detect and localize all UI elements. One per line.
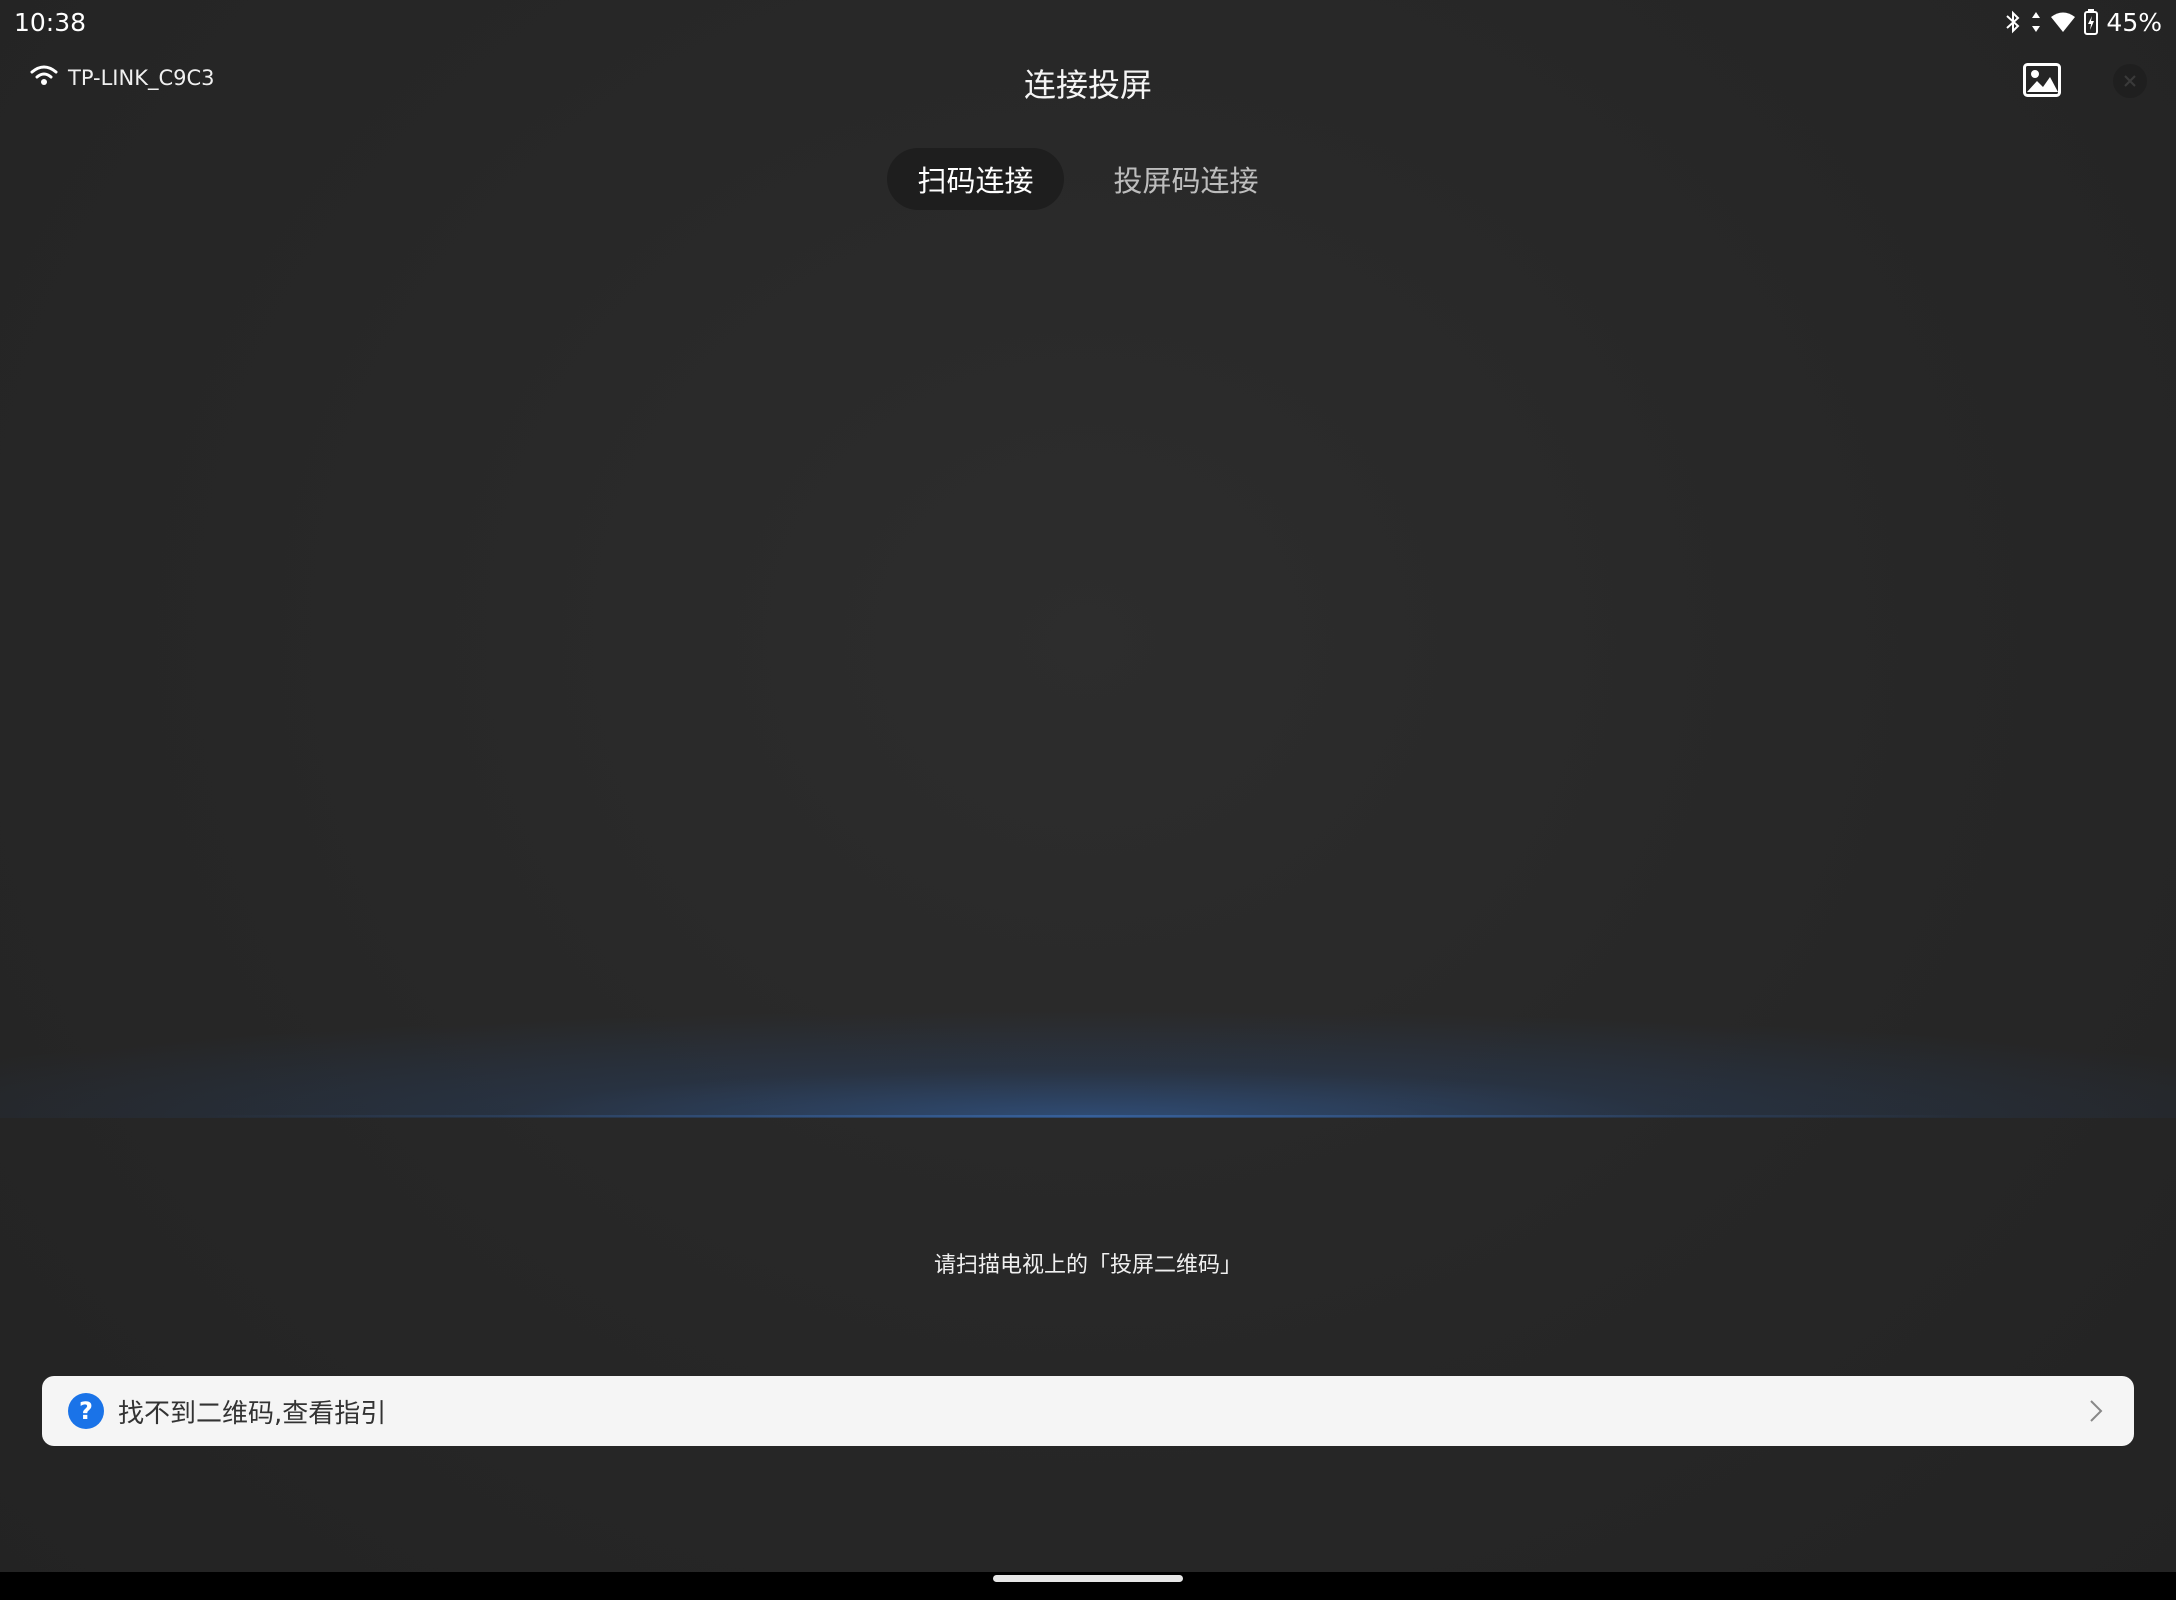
scan-hint: 请扫描电视上的「投屏二维码」 <box>933 1253 1242 1278</box>
battery-icon <box>2084 9 2099 35</box>
scanner-line <box>200 1115 1976 1117</box>
bluetooth-icon <box>2004 10 2022 34</box>
gallery-button[interactable] <box>2022 60 2062 100</box>
header: TP-LINK_C9C3 连接投屏 <box>0 50 2176 114</box>
wifi-icon <box>2050 11 2076 33</box>
page-title: 连接投屏 <box>1023 66 1152 104</box>
chevron-right-icon <box>2084 1399 2108 1423</box>
scanner-glow <box>0 1010 2176 1118</box>
tab-scan-connect[interactable]: 扫码连接 <box>887 148 1064 210</box>
data-arrows-icon <box>2030 10 2042 34</box>
home-indicator[interactable] <box>993 1575 1183 1582</box>
status-bar: 10:38 45% <box>0 0 2176 44</box>
qr-guide-button[interactable]: ? 找不到二维码,查看指引 <box>42 1376 2134 1446</box>
status-icons: 45% <box>2004 8 2162 37</box>
guide-label: 找不到二维码,查看指引 <box>118 1398 387 1429</box>
close-button[interactable] <box>2113 64 2147 98</box>
status-time: 10:38 <box>14 7 87 37</box>
connection-tabs: 扫码连接 投屏码连接 <box>0 148 2176 210</box>
tab-code-connect[interactable]: 投屏码连接 <box>1084 148 1289 210</box>
image-icon <box>2023 63 2061 97</box>
battery-level: 45% <box>2106 7 2162 37</box>
cast-connect-screen: 10:38 45% TP-LINK_C9C3 连接投屏 扫码连接 投屏码连接 请… <box>0 0 2176 1600</box>
help-icon: ? <box>68 1393 104 1429</box>
close-icon <box>2124 75 2136 87</box>
